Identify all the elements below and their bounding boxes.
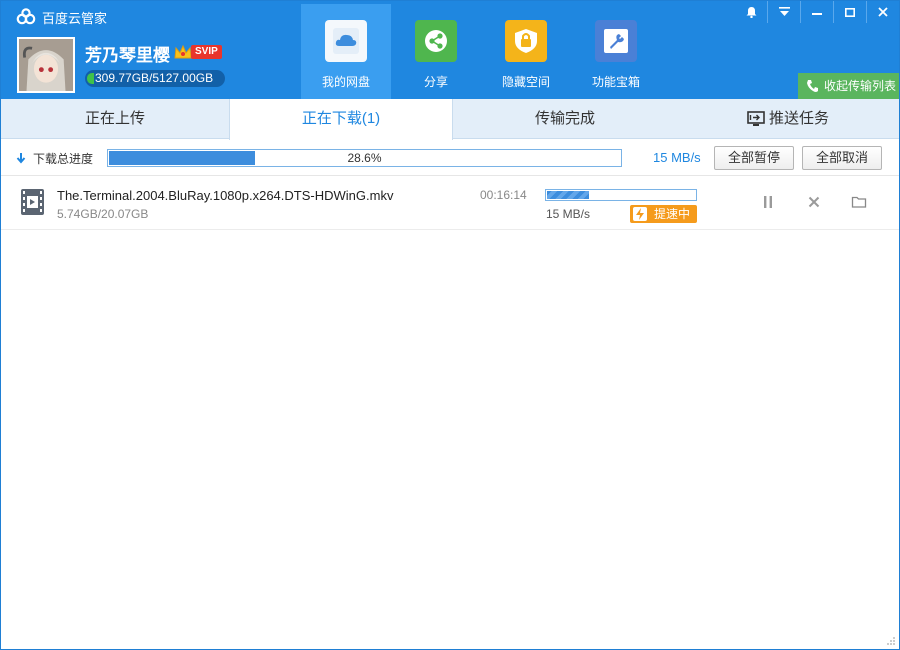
total-progress-label-area: 下载总进度 [16, 150, 93, 167]
app-title: 百度云管家 [42, 10, 108, 26]
lock-icon [505, 20, 547, 62]
tab-uploading[interactable]: 正在上传 [1, 99, 229, 139]
maximize-icon[interactable] [834, 1, 866, 23]
total-speed: 15 MB/s [653, 150, 701, 165]
time-remaining: 00:16:14 [480, 188, 527, 202]
download-arrow-icon [16, 153, 26, 164]
window-controls [735, 1, 899, 23]
pause-icon[interactable] [760, 194, 776, 210]
table-row[interactable]: The.Terminal.2004.BluRay.1080p.x264.DTS-… [1, 177, 899, 230]
task-speed: 15 MB/s [546, 207, 591, 221]
main-nav: 我的网盘 分享 隐藏空间 功能宝箱 [301, 4, 661, 99]
username: 芳乃琴里樱 [85, 46, 170, 65]
total-progress-percent: 28.6% [347, 151, 382, 165]
nav-hidden-space[interactable]: 隐藏空间 [481, 4, 571, 99]
nav-label: 功能宝箱 [591, 75, 640, 89]
transfer-tabs: 正在上传 正在下载(1) 传输完成 推送任务 [1, 99, 899, 140]
speed-boost-badge[interactable]: 提速中 [630, 205, 697, 223]
storage-quota: 309.77GB/5127.00GB [85, 70, 225, 87]
phone-icon [807, 80, 818, 92]
minimize-icon[interactable] [801, 1, 833, 23]
toolbox-icon [595, 20, 637, 62]
svip-label: SVIP [191, 45, 222, 59]
cancel-all-button[interactable]: 全部取消 [802, 146, 882, 170]
menu-icon[interactable] [768, 1, 800, 23]
total-progress-bar: 28.6% [107, 149, 622, 167]
pause-all-button[interactable]: 全部暂停 [714, 146, 794, 170]
share-icon [415, 20, 457, 62]
tab-completed[interactable]: 传输完成 [453, 99, 677, 139]
file-name: The.Terminal.2004.BluRay.1080p.x264.DTS-… [57, 188, 394, 203]
task-progress-bar [545, 189, 697, 201]
total-progress-label: 下载总进度 [33, 152, 94, 166]
resize-grip-icon[interactable] [886, 636, 896, 646]
crown-icon [174, 44, 192, 59]
collapse-transfer-list-button[interactable]: 收起传输列表 [798, 73, 899, 99]
app-window: 百度云管家 芳乃琴里樱 SVIP 309.77GB/5127.00GB 我的网盘… [0, 0, 900, 650]
avatar-image [19, 39, 73, 91]
tab-downloading[interactable]: 正在下载(1) [229, 99, 453, 140]
lightning-icon [633, 207, 647, 221]
folder-icon[interactable] [851, 194, 867, 210]
nav-my-drive[interactable]: 我的网盘 [301, 4, 391, 99]
video-file-icon [21, 189, 44, 215]
nav-toolbox[interactable]: 功能宝箱 [571, 4, 661, 99]
header-bar: 百度云管家 芳乃琴里樱 SVIP 309.77GB/5127.00GB 我的网盘… [1, 1, 899, 99]
task-progress-fill [547, 191, 590, 199]
delete-icon[interactable] [806, 194, 822, 210]
cloud-drive-icon [325, 20, 367, 62]
close-icon[interactable] [867, 1, 899, 23]
nav-label: 隐藏空间 [501, 75, 550, 89]
file-size: 5.74GB/20.07GB [57, 207, 149, 221]
tab-label: 推送任务 [768, 110, 829, 127]
svip-badge[interactable]: SVIP [173, 43, 222, 61]
app-title-area: 百度云管家 [15, 7, 107, 27]
bell-icon[interactable] [735, 1, 767, 23]
push-screen-icon [747, 111, 765, 126]
nav-share[interactable]: 分享 [391, 4, 481, 99]
collapse-label: 收起传输列表 [824, 79, 897, 93]
boost-label: 提速中 [654, 207, 691, 221]
avatar[interactable] [17, 37, 75, 93]
download-summary: 下载总进度 28.6% 15 MB/s 全部暂停 全部取消 [1, 140, 899, 176]
nav-label: 我的网盘 [321, 75, 370, 89]
nav-label: 分享 [423, 75, 448, 89]
tab-push-tasks[interactable]: 推送任务 [677, 99, 899, 139]
cloud-logo-icon [16, 8, 36, 25]
